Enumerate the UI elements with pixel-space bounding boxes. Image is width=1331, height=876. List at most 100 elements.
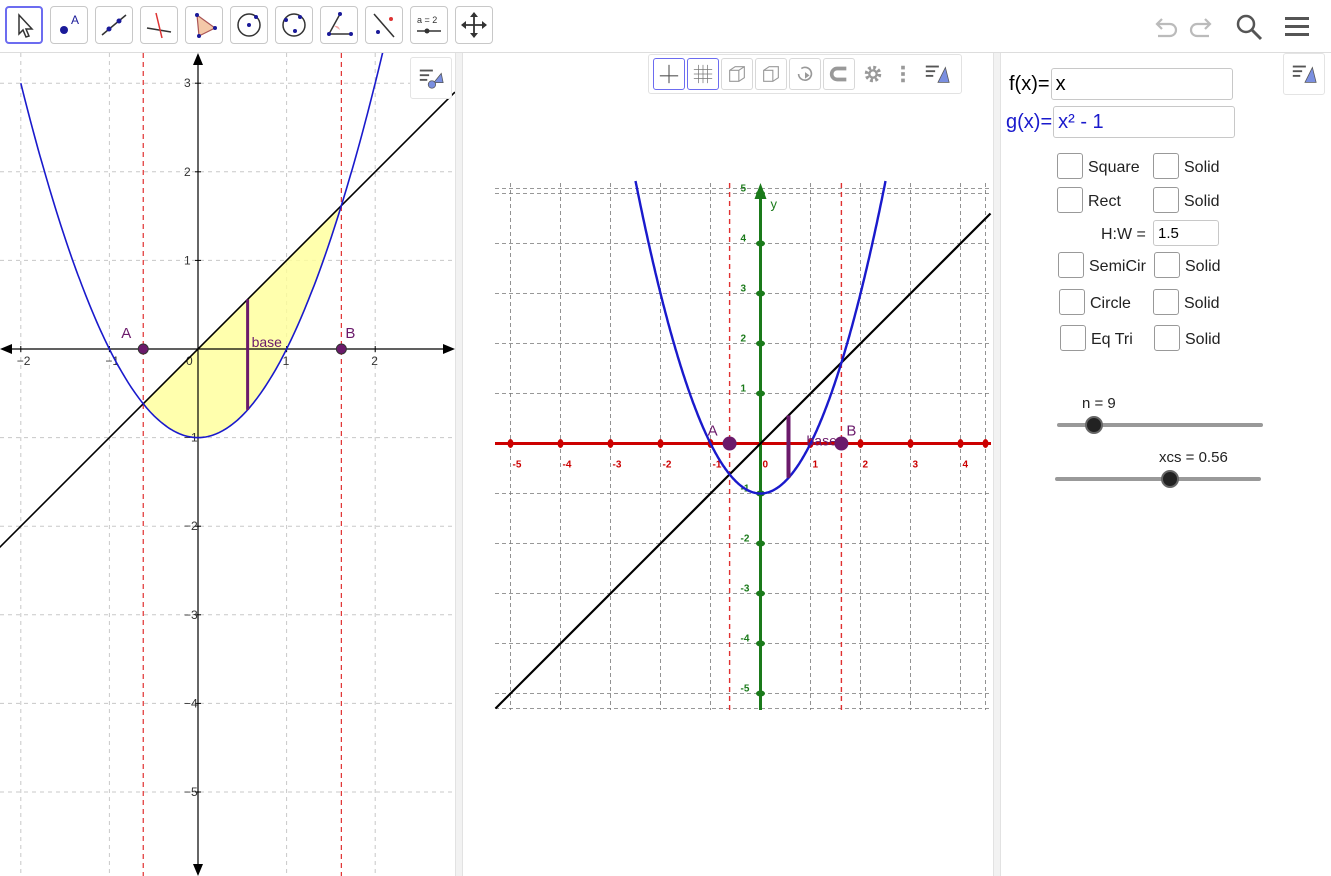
rect-solid-label: Solid	[1184, 193, 1220, 210]
eq-tri-solid-label: Solid	[1185, 331, 1221, 348]
move-tool-button[interactable]	[5, 6, 43, 44]
slider-icon: a = 2	[417, 15, 441, 34]
eq-tri-checkbox-label: Eq Tri	[1091, 331, 1133, 348]
graphics-3d-style-bar-toggle[interactable]	[917, 58, 957, 90]
circle-three-points-tool-button[interactable]	[275, 6, 313, 44]
magnet-icon	[829, 66, 847, 82]
reflect-tool-button[interactable]	[365, 6, 403, 44]
x-tick-label: 4	[963, 460, 969, 471]
axes-toggle-button[interactable]	[653, 58, 685, 90]
style-bar-icon	[419, 69, 444, 89]
angle-tool-button[interactable]	[320, 6, 358, 44]
circle-through-points-icon	[282, 13, 306, 37]
circle-checkbox-label: Circle	[1090, 295, 1131, 312]
graphics-3d-style-bar	[648, 54, 962, 94]
x-axis-tick	[607, 439, 614, 448]
y-tick-label: -3	[741, 584, 750, 595]
x-tick-label: 0	[763, 460, 769, 471]
x-axis-tick	[557, 439, 564, 448]
x-axis-tick	[657, 439, 664, 448]
y-tick-label: -5	[741, 684, 750, 695]
graphics-view-1[interactable]: −2 −1 0 1 2 3 2 1 −1 −2 −3 −4 −5 base A B	[0, 53, 455, 876]
f-label: f(x)=	[1009, 72, 1050, 95]
x-axis-arrow-left	[0, 344, 12, 354]
semicircle-checkbox[interactable]	[1058, 252, 1084, 278]
point-b-label-3d: B	[846, 423, 856, 440]
y-axis-arrow-up	[193, 53, 203, 65]
y-tick-label: 1	[184, 253, 191, 267]
undo-button[interactable]	[1148, 10, 1182, 44]
panel-divider-1[interactable]	[455, 53, 463, 876]
slider-tool-button[interactable]: a = 2	[410, 6, 448, 44]
graphics-view-3d[interactable]: -5 -4 -3 -2 -1 0 1 2 3 4 y 5 4 3 2 1 -1 -2 -3 -4 -5 base A B	[463, 53, 993, 876]
search-button[interactable]	[1232, 10, 1266, 44]
square-checkbox[interactable]	[1057, 153, 1083, 179]
base-label: base	[252, 334, 283, 350]
algebra-row-g: g(x)= x² - 1	[1006, 106, 1236, 138]
y-tick-label: 4	[741, 234, 747, 245]
y-tick-label: -2	[741, 534, 750, 545]
x-tick-label: 2	[863, 460, 869, 471]
hw-ratio-label: H:W =	[1101, 226, 1146, 243]
g-label: g(x)=	[1006, 110, 1053, 133]
f-input[interactable]: x	[1050, 68, 1233, 100]
angle-icon	[327, 12, 353, 36]
algebra-style-bar-button[interactable]	[1283, 53, 1325, 95]
eq-tri-checkbox[interactable]	[1060, 325, 1086, 351]
y-tick-label: -4	[741, 634, 750, 645]
y-axis-tick	[756, 190, 765, 197]
eq-tri-solid-checkbox[interactable]	[1154, 325, 1180, 351]
circle-solid-checkbox[interactable]	[1153, 289, 1179, 315]
y-tick-label: 3	[741, 284, 747, 295]
slider-xcs-label: xcs = 0.56	[1159, 449, 1228, 466]
cube-icon	[729, 66, 745, 82]
g-input[interactable]: x² - 1	[1053, 106, 1236, 138]
menu-button[interactable]	[1280, 10, 1314, 44]
clipping-cube-icon	[763, 66, 779, 82]
view-direction-button[interactable]	[823, 58, 855, 90]
graphics-1-canvas[interactable]: −2 −1 0 1 2321−1−2−3−4−5baseA B	[0, 53, 455, 876]
move-icon	[18, 13, 34, 38]
more-options-button[interactable]	[891, 58, 915, 90]
square-solid-checkbox[interactable]	[1153, 153, 1179, 179]
x-tick-label: 2	[371, 354, 378, 368]
x-tick-label: -5	[513, 460, 522, 471]
x-axis-tick	[982, 439, 989, 448]
settings-button[interactable]	[857, 58, 889, 90]
x-tick-label: -2	[663, 460, 672, 471]
circle-solid-label: Solid	[1184, 295, 1220, 312]
redo-button[interactable]	[1185, 10, 1219, 44]
grid-toggle-button[interactable]	[687, 58, 719, 90]
x-tick-label: −2	[17, 354, 31, 368]
panel-divider-2[interactable]	[993, 53, 1001, 876]
y-tick-label: 2	[184, 165, 191, 179]
y-axis-label: y	[771, 197, 778, 212]
clipping-toggle-button[interactable]	[755, 58, 787, 90]
menu-icon	[1285, 17, 1309, 36]
rect-checkbox[interactable]	[1057, 187, 1083, 213]
plane-toggle-button[interactable]	[721, 58, 753, 90]
graphics-3d-canvas[interactable]: -5 -4 -3 -2 -1 0 1 2 3 4y54321-1-2-3-4-5baseA B	[463, 53, 993, 876]
shaded-region	[143, 205, 342, 438]
circle-checkbox[interactable]	[1059, 289, 1085, 315]
slider-xcs-track[interactable]	[1055, 477, 1261, 481]
rotate-view-button[interactable]	[789, 58, 821, 90]
point-tool-button[interactable]: A	[50, 6, 88, 44]
move-view-tool-button[interactable]	[455, 6, 493, 44]
semicircle-solid-checkbox[interactable]	[1154, 252, 1180, 278]
circle-tool-button[interactable]	[230, 6, 268, 44]
graphics-1-style-bar-button[interactable]	[410, 57, 452, 99]
line-f	[0, 91, 455, 549]
perpendicular-tool-button[interactable]	[140, 6, 178, 44]
slider-xcs-knob[interactable]	[1161, 470, 1179, 488]
grid-icon	[693, 64, 713, 84]
undo-icon	[1155, 18, 1178, 38]
polygon-tool-button[interactable]	[185, 6, 223, 44]
line-tool-button[interactable]	[95, 6, 133, 44]
hw-ratio-input[interactable]: 1.5	[1153, 220, 1219, 246]
kebab-menu-icon	[901, 65, 905, 83]
point-b	[335, 343, 347, 355]
slider-n-knob[interactable]	[1085, 416, 1103, 434]
svg-text:A: A	[71, 13, 79, 27]
rect-solid-checkbox[interactable]	[1153, 187, 1179, 213]
